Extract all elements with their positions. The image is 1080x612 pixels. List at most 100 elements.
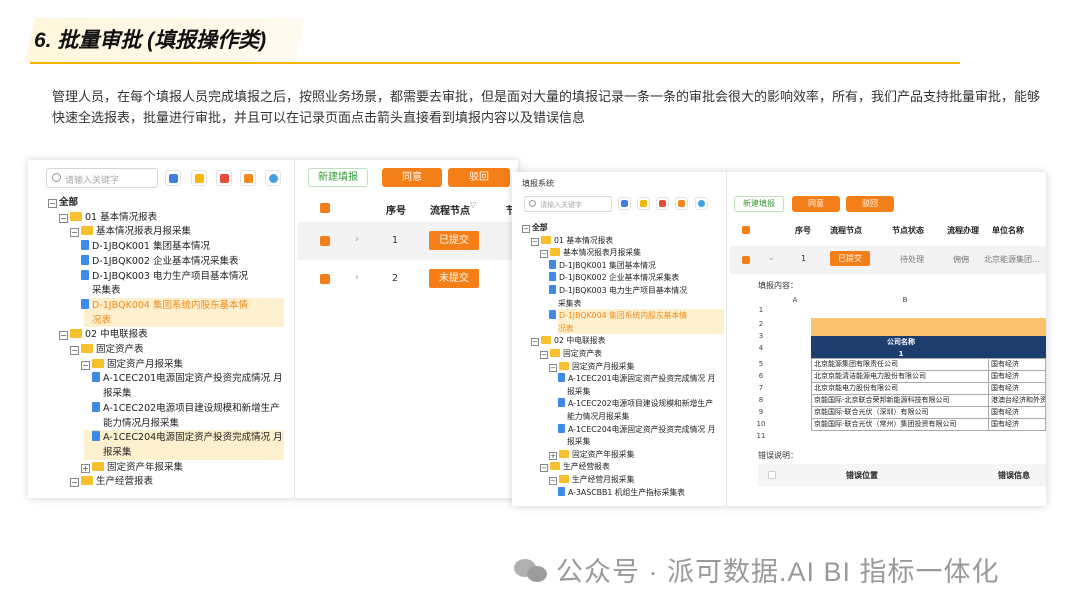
tree-item[interactable]: − 02 中电联报表	[531, 335, 605, 347]
tree-item[interactable]: − 01 基本情况报表	[59, 211, 157, 225]
folder-icon[interactable]	[618, 197, 631, 210]
tree-item[interactable]: 况表	[92, 314, 111, 328]
row-checkbox[interactable]	[320, 274, 330, 284]
row-checkbox[interactable]	[742, 256, 750, 264]
tree-item[interactable]: D-1JBQK004 集团系统内股东基本情	[81, 298, 248, 313]
new-report-button[interactable]: 新建填报	[308, 168, 368, 187]
collapse-icon[interactable]: −	[549, 477, 557, 485]
tree-item[interactable]: − 01 基本情况报表	[531, 235, 613, 247]
tree-search-input[interactable]: 请输入关键字	[46, 168, 158, 188]
tree-item[interactable]: A-3ASCBB1 机组生产指标采集表	[558, 486, 685, 499]
reject-button[interactable]: 驳回	[846, 196, 894, 212]
tree-item[interactable]: A-1CEC202电源项目建设规模和新增生产	[558, 398, 713, 410]
sheet-row-number: 11	[756, 432, 766, 440]
row-checkbox[interactable]	[320, 236, 330, 246]
expand-arrow-icon[interactable]: ⌄	[768, 253, 775, 262]
collapse-icon[interactable]: −	[81, 360, 90, 370]
expand-icon[interactable]: +	[81, 463, 90, 473]
delete-icon[interactable]	[656, 197, 669, 210]
sheet-row-number: 9	[758, 408, 764, 416]
approve-button[interactable]: 同意	[382, 168, 442, 187]
tree-item-label: D-1JBQK002 企业基本情况采集表	[92, 255, 239, 267]
select-all-checkbox[interactable]	[320, 203, 330, 213]
sheet-row-number: 2	[758, 320, 764, 328]
copy-icon[interactable]	[240, 170, 256, 186]
collapse-icon[interactable]: −	[70, 478, 79, 488]
collapse-icon[interactable]: −	[540, 250, 548, 259]
tree-item[interactable]: D-1JBQK004 集团系统内股东基本情	[549, 310, 687, 322]
tree-item[interactable]: A-1CEC201电源固定资产投资完成情况 月	[92, 372, 283, 386]
collapse-icon[interactable]: −	[531, 338, 539, 347]
tree-item[interactable]: 采集表	[558, 298, 581, 310]
tree-item[interactable]: A-1CEC204电源固定资产投资完成情况 月	[92, 431, 283, 445]
tree-item[interactable]: 报采集	[103, 446, 132, 460]
tree-item[interactable]: A-1CEC201电源固定资产投资完成情况 月	[558, 373, 715, 385]
filter-icon[interactable]: ▽	[470, 200, 476, 209]
tree-item[interactable]: − 固定资产月报采集	[549, 361, 634, 373]
tree-search-input[interactable]: 请输入关键字	[524, 196, 612, 212]
collapse-icon[interactable]: −	[531, 237, 539, 246]
tree-item[interactable]: 报采集	[567, 386, 590, 398]
tree-item[interactable]: 能力情况月报采集	[567, 411, 629, 423]
tree-item[interactable]: D-1JBQK003 电力生产项目基本情况	[81, 269, 248, 284]
expand-icon[interactable]: +	[549, 451, 557, 460]
tree-item[interactable]: + 固定资产年报采集	[81, 461, 183, 475]
tree-item[interactable]: − 全部	[522, 222, 548, 234]
tree-item[interactable]: − 固定资产表	[70, 343, 144, 357]
tree-item-label: 能力情况月报采集	[103, 417, 180, 429]
table-row[interactable]	[298, 222, 518, 260]
tree-item[interactable]: + 固定资产年报采集	[549, 449, 634, 461]
copy-icon[interactable]	[675, 197, 688, 210]
delete-icon[interactable]	[216, 170, 232, 186]
settings-icon[interactable]	[265, 170, 281, 186]
tree-item-label: 固定资产月报采集	[572, 361, 635, 371]
reject-button[interactable]: 驳回	[448, 168, 510, 187]
edit-icon[interactable]	[191, 170, 207, 186]
collapse-icon[interactable]: −	[70, 346, 79, 355]
collapse-icon[interactable]: −	[48, 199, 57, 208]
tree-item[interactable]: − 生产经营月报采集	[549, 474, 634, 486]
tree-item[interactable]: − 全部	[48, 196, 78, 210]
select-all-checkbox[interactable]	[742, 226, 750, 234]
collapse-icon[interactable]: −	[540, 464, 548, 473]
folder-icon[interactable]	[165, 170, 181, 186]
tree-item[interactable]: D-1JBQK001 集团基本情况	[81, 240, 210, 254]
tree-item[interactable]: − 基本情况报表月报采集	[540, 247, 641, 259]
collapse-icon[interactable]: −	[70, 228, 79, 238]
collapse-icon[interactable]: −	[59, 331, 68, 341]
tree-item[interactable]: − 生产经营报表	[70, 475, 153, 489]
tree-item[interactable]: 况表	[558, 323, 574, 335]
collapse-icon[interactable]: −	[540, 351, 548, 359]
new-report-button[interactable]: 新建填报	[734, 196, 784, 212]
tree-item[interactable]: − 生产经营报表	[540, 461, 610, 473]
tree-item[interactable]: A-1CEC204电源固定资产投资完成情况 月	[558, 423, 716, 436]
tree-item-label: 基本情况报表月报采集	[563, 248, 641, 258]
tree-item[interactable]: D-1JBQK002 企业基本情况采集表	[549, 272, 679, 284]
tree-item[interactable]: − 固定资产表	[540, 348, 602, 360]
collapse-icon[interactable]: −	[549, 363, 557, 372]
tree-item[interactable]: D-1JBQK003 电力生产项目基本情况	[549, 285, 687, 297]
error-select-checkbox[interactable]	[768, 471, 776, 479]
collapse-icon[interactable]: −	[59, 213, 68, 223]
approve-button[interactable]: 同意	[792, 196, 840, 212]
folder-icon	[550, 248, 560, 257]
col-header-no: 序号	[795, 226, 811, 235]
tree-item[interactable]: − 02 中电联报表	[59, 328, 148, 342]
expand-arrow-icon[interactable]: ›	[355, 234, 359, 245]
tree-item[interactable]: 能力情况月报采集	[103, 417, 179, 431]
tree-item[interactable]: A-1CEC202电源项目建设规模和新增生产	[92, 401, 280, 416]
collapse-icon[interactable]: −	[522, 225, 530, 233]
tree-item[interactable]: 采集表	[92, 284, 121, 298]
document-icon	[549, 272, 556, 282]
tree-item[interactable]: − 固定资产月报采集	[81, 358, 183, 372]
tree-item[interactable]: D-1JBQK001 集团基本情况	[549, 259, 656, 272]
tree-item-label: 况表	[558, 323, 574, 333]
tree-item[interactable]: D-1JBQK002 企业基本情况采集表	[81, 254, 239, 269]
tree-item[interactable]: 报采集	[567, 436, 590, 448]
expand-arrow-icon[interactable]: ›	[355, 272, 359, 283]
edit-icon[interactable]	[637, 197, 650, 210]
settings-icon[interactable]	[695, 197, 708, 210]
tree-item[interactable]: − 基本情况报表月报采集	[70, 225, 191, 239]
tree-item-label: A-1CEC204电源固定资产投资完成情况 月	[568, 424, 716, 434]
tree-item[interactable]: 报采集	[103, 387, 132, 401]
